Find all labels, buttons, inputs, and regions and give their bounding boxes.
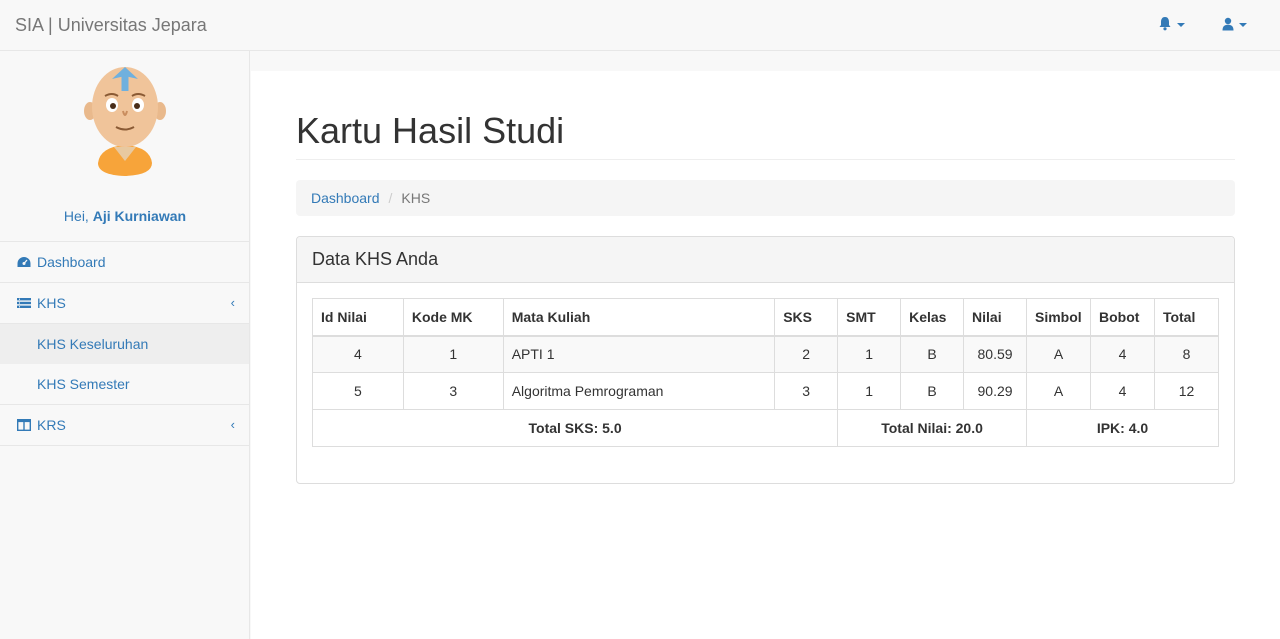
table-cell: B [900,372,965,410]
user-dropdown[interactable] [1222,16,1247,34]
khs-submenu: KHS Keseluruhan KHS Semester [0,324,249,405]
sidebar-item-label: Dashboard [37,254,106,270]
table-cell: APTI 1 [502,335,776,373]
khs-table-wrapper: Id Nilai Kode MK Mata Kuliah SKS SMT Kel… [311,298,1220,447]
breadcrumb-separator: / [388,190,393,206]
table-cell: 5 [312,372,404,410]
table-cell: B [900,335,965,373]
sidebar-item-khs[interactable]: KHS ‹ [0,283,249,324]
sidebar-item-khs-keseluruhan[interactable]: KHS Keseluruhan [0,324,249,364]
column-header: Simbol [1026,298,1091,337]
column-header: Kelas [900,298,965,337]
table-cell: 90.29 [963,372,1027,410]
table-cell: 80.59 [963,335,1027,373]
avatar [80,65,170,177]
table-cell: 1 [837,335,902,373]
dashboard-icon [17,255,31,269]
table-cell: Algoritma Pemrograman [502,372,776,410]
table-footer-row: Total SKS: 5.0 Total Nilai: 20.0 IPK: 4.… [311,409,1219,447]
table-cell: 1 [402,335,504,373]
table-cell: 3 [402,372,504,410]
bell-icon [1158,16,1172,34]
user-name[interactable]: Aji Kurniawan [93,208,186,224]
table-cell: 2 [774,335,839,373]
columns-icon [17,418,31,432]
list-icon [17,296,31,310]
table-cell: 4 [312,335,404,373]
total-sks: Total SKS: 5.0 [311,409,839,447]
table-row: 4 1 APTI 1 2 1 B 80.59 A 4 8 [312,335,1220,373]
chevron-down-icon [1239,23,1247,27]
table-cell: 4 [1089,335,1155,373]
panel-title: Data KHS Anda [297,237,1234,283]
notifications-dropdown[interactable] [1158,16,1185,34]
column-header: Total [1153,298,1220,337]
column-header: Id Nilai [312,298,404,337]
chevron-left-icon: ‹ [230,295,235,310]
table-cell: 12 [1153,372,1220,410]
main-content: Kartu Hasil Studi Dashboard / KHS Data K… [251,71,1280,639]
chevron-left-icon: ‹ [230,417,235,432]
table-cell: A [1026,335,1091,373]
breadcrumb-current: KHS [401,190,431,206]
user-greeting: Hei, Aji Kurniawan [0,208,250,224]
khs-table: Id Nilai Kode MK Mata Kuliah SKS SMT Kel… [311,298,1220,447]
sidebar-item-khs-semester[interactable]: KHS Semester [0,364,249,404]
table-header-row: Id Nilai Kode MK Mata Kuliah SKS SMT Kel… [312,298,1220,337]
sidebar: Hei, Aji Kurniawan Dashboard KHS ‹ KHS K… [0,51,250,639]
user-icon [1222,17,1234,34]
column-header: Nilai [963,298,1027,337]
sidebar-item-label: KRS [37,417,66,433]
table-row: 5 3 Algoritma Pemrograman 3 1 B 90.29 A … [312,372,1220,410]
table-cell: 3 [774,372,839,410]
sidebar-item-dashboard[interactable]: Dashboard [0,242,249,283]
page-title: Kartu Hasil Studi [296,110,565,151]
top-navbar: SIA | Universitas Jepara [0,0,1280,51]
total-nilai: Total Nilai: 20.0 [837,409,1027,447]
sidebar-menu: Dashboard KHS ‹ KHS Keseluruhan KHS Seme… [0,241,249,446]
greeting-prefix: Hei, [63,208,89,224]
table-cell: 4 [1089,372,1155,410]
column-header: Mata Kuliah [502,298,776,337]
column-header: Kode MK [402,298,504,337]
table-cell: 1 [837,372,902,410]
khs-panel: Data KHS Anda Id Nilai Kode MK Mata Kuli… [296,236,1235,484]
chevron-down-icon [1177,23,1185,27]
column-header: SMT [837,298,902,337]
column-header: SKS [774,298,839,337]
sidebar-item-label: KHS [37,295,66,311]
table-cell: 8 [1153,335,1220,373]
ipk: IPK: 4.0 [1026,409,1219,447]
brand-title[interactable]: SIA | Universitas Jepara [15,13,207,37]
breadcrumb-dashboard-link[interactable]: Dashboard [311,190,380,206]
table-cell: A [1026,372,1091,410]
sidebar-item-krs[interactable]: KRS ‹ [0,405,249,446]
divider [296,159,1235,160]
column-header: Bobot [1089,298,1155,337]
breadcrumb: Dashboard / KHS [296,180,1235,216]
